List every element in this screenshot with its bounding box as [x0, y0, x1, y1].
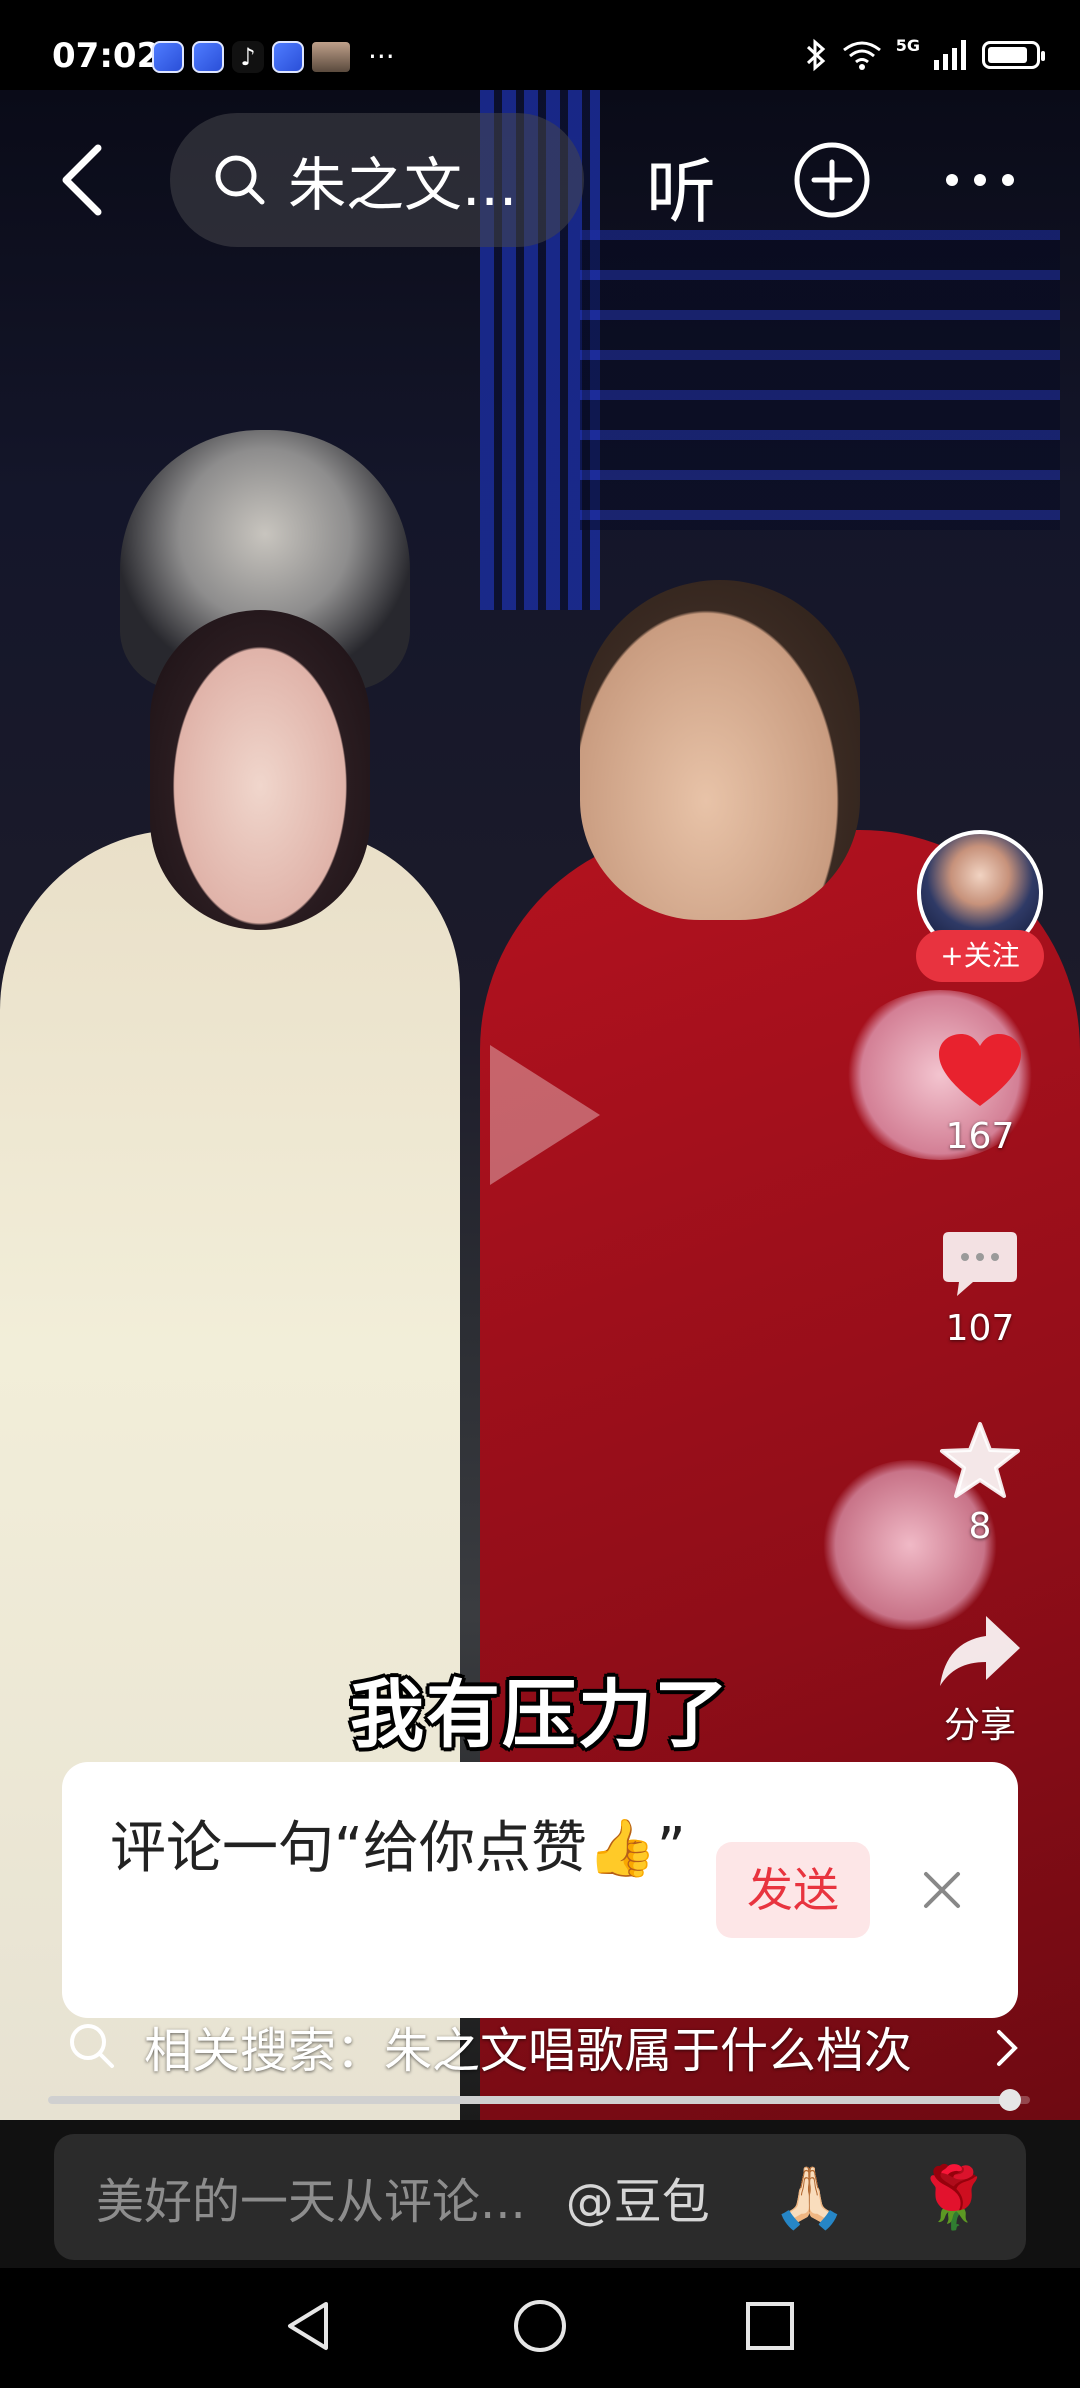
comment-placeholder: 美好的一天从评论... — [96, 2174, 526, 2230]
battery-icon — [982, 41, 1045, 69]
search-icon — [70, 2024, 114, 2068]
network-type: 5G — [895, 35, 920, 55]
play-icon[interactable] — [490, 1045, 600, 1185]
comment-count: 107 — [945, 1308, 1015, 1349]
share-label: 分享 — [943, 1705, 1016, 1746]
share-arrow-icon — [940, 1616, 1020, 1686]
related-search-text: 相关搜索：朱之文唱歌属于什么档次 — [144, 2023, 913, 2079]
status-indicators: 5G — [804, 35, 1045, 72]
follow-button[interactable]: +关注 — [916, 930, 1044, 982]
favorite-count: 8 — [968, 1506, 992, 1547]
close-icon[interactable] — [920, 1868, 964, 1912]
comment-prompt-card: 评论一句“给你点赞👍” 发送 — [62, 1762, 1018, 2018]
comment-icon — [943, 1232, 1017, 1296]
home-circle-icon[interactable] — [512, 2298, 568, 2354]
more-notifications-icon: ··· — [368, 40, 395, 73]
status-time: 07:02 — [52, 36, 161, 76]
listen-button[interactable]: 听 — [646, 136, 716, 237]
heart-icon — [939, 1034, 1021, 1106]
favorite-button[interactable]: 8 — [900, 1420, 1060, 1547]
rose-emoji-button[interactable]: 🌹 — [916, 2162, 991, 2233]
system-nav-bar — [0, 2268, 1080, 2388]
app-notification-icon — [192, 40, 224, 73]
bluetooth-icon — [806, 38, 825, 72]
chevron-right-icon — [997, 2030, 1018, 2066]
app-notification-icon — [152, 40, 184, 73]
stage-background — [580, 230, 1060, 530]
mention-button[interactable]: @豆包 — [566, 2162, 710, 2232]
search-bar[interactable]: 朱之文... — [170, 113, 584, 247]
wifi-icon — [842, 41, 881, 70]
app-notification-icon — [272, 40, 304, 73]
bottom-comment-area: 美好的一天从评论... @豆包 🙏🏻 🌹 — [0, 2120, 1080, 2268]
recents-square-icon[interactable] — [744, 2300, 796, 2352]
like-button[interactable]: 167 — [900, 1032, 1060, 1157]
like-count: 167 — [945, 1116, 1015, 1157]
more-icon[interactable] — [940, 160, 1020, 200]
status-bar: 07:02 ♪ ··· 5G — [0, 0, 1080, 90]
gallery-icon — [312, 41, 350, 72]
search-icon — [215, 155, 265, 205]
back-triangle-icon[interactable] — [282, 2298, 334, 2354]
add-icon[interactable] — [792, 140, 872, 220]
search-query: 朱之文... — [288, 151, 518, 219]
signal-icon — [934, 40, 966, 70]
performer-left-face — [150, 610, 370, 930]
back-icon[interactable] — [50, 140, 120, 220]
tiktok-icon: ♪ — [232, 40, 264, 73]
progress-fill — [48, 2096, 1011, 2104]
performer-right-face — [580, 580, 860, 920]
pray-emoji-button[interactable]: 🙏🏻 — [772, 2162, 847, 2233]
notification-icons: ♪ ··· — [152, 40, 395, 73]
star-icon — [940, 1422, 1020, 1498]
send-button[interactable]: 发送 — [716, 1842, 870, 1938]
share-button[interactable]: 分享 — [900, 1612, 1060, 1748]
comment-button[interactable]: 107 — [900, 1228, 1060, 1349]
battery-fill — [988, 47, 1028, 63]
video-progress-bar[interactable] — [48, 2089, 1030, 2111]
top-nav: 朱之文... 听 — [0, 110, 1080, 250]
comment-prompt-text: 评论一句“给你点赞👍” — [110, 1816, 686, 1881]
comment-input[interactable]: 美好的一天从评论... @豆包 🙏🏻 🌹 — [54, 2134, 1026, 2260]
